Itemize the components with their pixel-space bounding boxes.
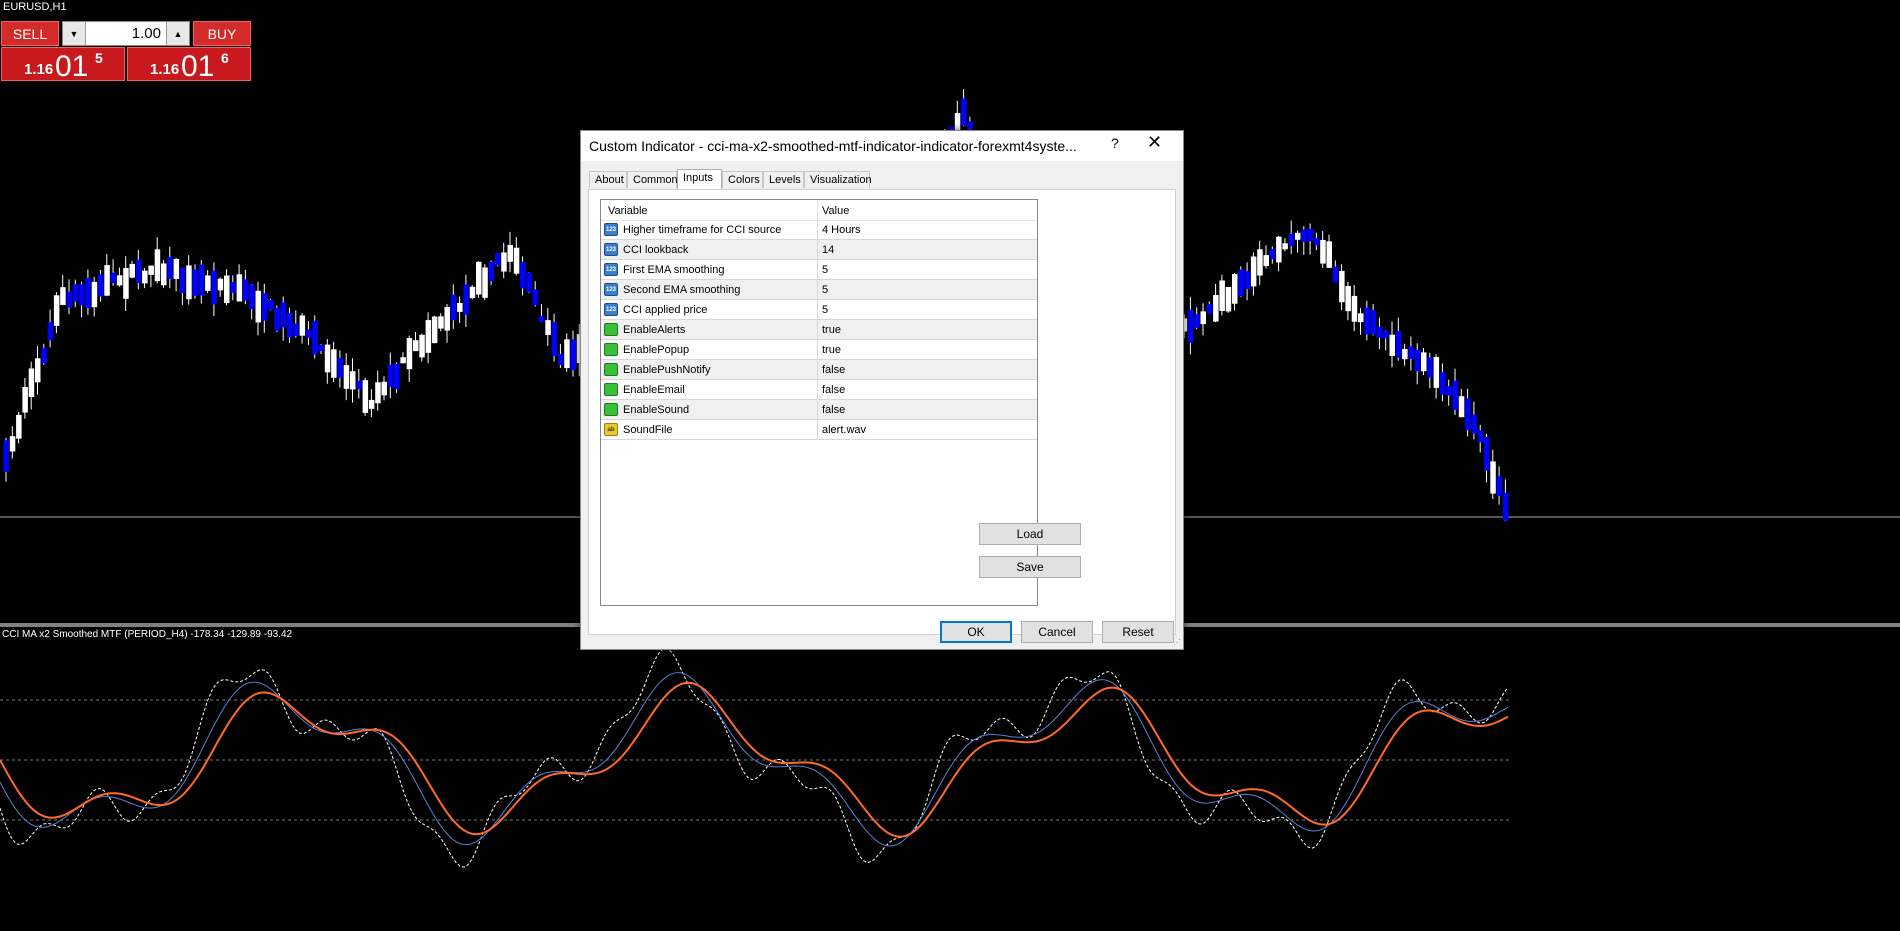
row-variable: First EMA smoothing (623, 264, 725, 276)
ask-price-pips: 01 (181, 50, 215, 83)
row-variable: CCI lookback (623, 244, 689, 256)
row-variable: EnablePushNotify (623, 364, 711, 376)
row-value[interactable]: false (822, 364, 845, 376)
bid-price-button[interactable]: 1.16 01 5 (1, 47, 125, 83)
number-type-icon: 123 (604, 283, 618, 296)
table-row[interactable]: EnablePushNotify false (601, 360, 1037, 380)
table-row[interactable]: 123 Second EMA smoothing 5 (601, 280, 1037, 300)
row-separator (817, 300, 818, 320)
number-type-icon: 123 (604, 223, 618, 236)
row-separator (817, 340, 818, 360)
buy-button[interactable]: BUY (193, 21, 251, 46)
row-variable: EnablePopup (623, 344, 690, 356)
row-variable: CCI applied price (623, 304, 708, 316)
row-variable: Second EMA smoothing (623, 284, 741, 296)
row-separator (817, 360, 818, 380)
tab-visualization[interactable]: Visualization (804, 171, 872, 188)
grid-header-value[interactable]: Value (822, 205, 849, 217)
row-variable: EnableSound (623, 404, 690, 416)
row-value[interactable]: 5 (822, 284, 828, 296)
ok-button[interactable]: OK (940, 621, 1012, 643)
row-value[interactable]: 4 Hours (822, 224, 861, 236)
row-value[interactable]: 5 (822, 264, 828, 276)
number-type-icon: 123 (604, 243, 618, 256)
load-button[interactable]: Load (979, 523, 1081, 545)
custom-indicator-dialog: Custom Indicator - cci-ma-x2-smoothed-mt… (580, 130, 1184, 650)
lot-decrease-icon[interactable]: ▼ (63, 22, 86, 45)
chart-symbol-title: EURUSD,H1 (3, 1, 67, 13)
row-separator (817, 240, 818, 260)
cancel-button[interactable]: Cancel (1021, 621, 1093, 643)
row-separator (817, 260, 818, 280)
table-row[interactable]: EnableSound false (601, 400, 1037, 420)
table-row[interactable]: ab SoundFile alert.wav (601, 420, 1037, 440)
table-row[interactable]: EnablePopup true (601, 340, 1037, 360)
ask-price-button[interactable]: 1.16 01 6 (127, 47, 251, 83)
table-row[interactable]: 123 CCI lookback 14 (601, 240, 1037, 260)
row-value[interactable]: 14 (822, 244, 834, 256)
save-button[interactable]: Save (979, 556, 1081, 578)
tab-common[interactable]: Common (627, 171, 678, 188)
row-separator (817, 220, 818, 240)
grid-header: Variable Value (601, 200, 1037, 221)
resize-grip-icon[interactable]: ⋰ (1173, 638, 1181, 647)
table-row[interactable]: 123 CCI applied price 5 (601, 300, 1037, 320)
bid-price-pips: 01 (55, 50, 89, 83)
row-variable: EnableAlerts (623, 324, 686, 336)
grid-header-variable[interactable]: Variable (608, 205, 648, 217)
one-click-trading-panel: SELL ▼ 1.00 ▲ BUY 1.16 01 5 1.16 01 6 (1, 21, 252, 83)
indicator-window-label: CCI MA x2 Smoothed MTF (PERIOD_H4) -178.… (2, 629, 293, 640)
dialog-titlebar[interactable]: Custom Indicator - cci-ma-x2-smoothed-mt… (581, 131, 1183, 161)
number-type-icon: 123 (604, 303, 618, 316)
row-separator (817, 380, 818, 400)
lot-size-value[interactable]: 1.00 (132, 25, 161, 42)
first-ema-line (0, 672, 1509, 847)
row-separator (817, 280, 818, 300)
tab-inputs[interactable]: Inputs (677, 169, 722, 190)
inputs-grid[interactable]: Variable Value 123 Higher timeframe for C… (600, 199, 1038, 606)
row-value[interactable]: false (822, 384, 845, 396)
help-icon[interactable]: ? (1111, 135, 1119, 151)
row-value[interactable]: false (822, 404, 845, 416)
row-separator (817, 320, 818, 340)
sell-button[interactable]: SELL (1, 21, 59, 46)
row-value[interactable]: alert.wav (822, 424, 866, 436)
row-value[interactable]: true (822, 344, 841, 356)
lot-increase-icon[interactable]: ▲ (166, 22, 189, 45)
grid-header-separator (817, 200, 818, 220)
reset-button[interactable]: Reset (1102, 621, 1174, 643)
table-row[interactable]: 123 Higher timeframe for CCI source 4 Hour… (601, 220, 1037, 240)
row-variable: EnableEmail (623, 384, 685, 396)
row-variable: SoundFile (623, 424, 673, 436)
number-type-icon: 123 (604, 263, 618, 276)
tab-about[interactable]: About (589, 171, 627, 188)
lot-size-field[interactable]: ▼ 1.00 ▲ (62, 21, 190, 46)
boolean-type-icon (604, 363, 618, 376)
row-value[interactable]: 5 (822, 304, 828, 316)
cci-line (0, 648, 1509, 868)
tab-colors[interactable]: Colors (722, 171, 763, 188)
close-icon[interactable]: ✕ (1147, 132, 1162, 153)
boolean-type-icon (604, 323, 618, 336)
ask-price-fraction: 6 (221, 50, 229, 66)
table-row[interactable]: 123 First EMA smoothing 5 (601, 260, 1037, 280)
boolean-type-icon (604, 403, 618, 416)
bid-price-prefix: 1.16 (24, 61, 54, 78)
row-variable: Higher timeframe for CCI source (623, 224, 782, 236)
dialog-title: Custom Indicator - cci-ma-x2-smoothed-mt… (589, 138, 1077, 154)
boolean-type-icon (604, 343, 618, 356)
table-row[interactable]: EnableAlerts true (601, 320, 1037, 340)
table-row[interactable]: EnableEmail false (601, 380, 1037, 400)
row-value[interactable]: true (822, 324, 841, 336)
row-separator (817, 400, 818, 420)
bid-price-fraction: 5 (95, 50, 103, 66)
tab-levels[interactable]: Levels (763, 171, 804, 188)
row-separator (817, 420, 818, 440)
string-type-icon: ab (604, 423, 618, 436)
boolean-type-icon (604, 383, 618, 396)
ask-price-prefix: 1.16 (150, 61, 180, 78)
